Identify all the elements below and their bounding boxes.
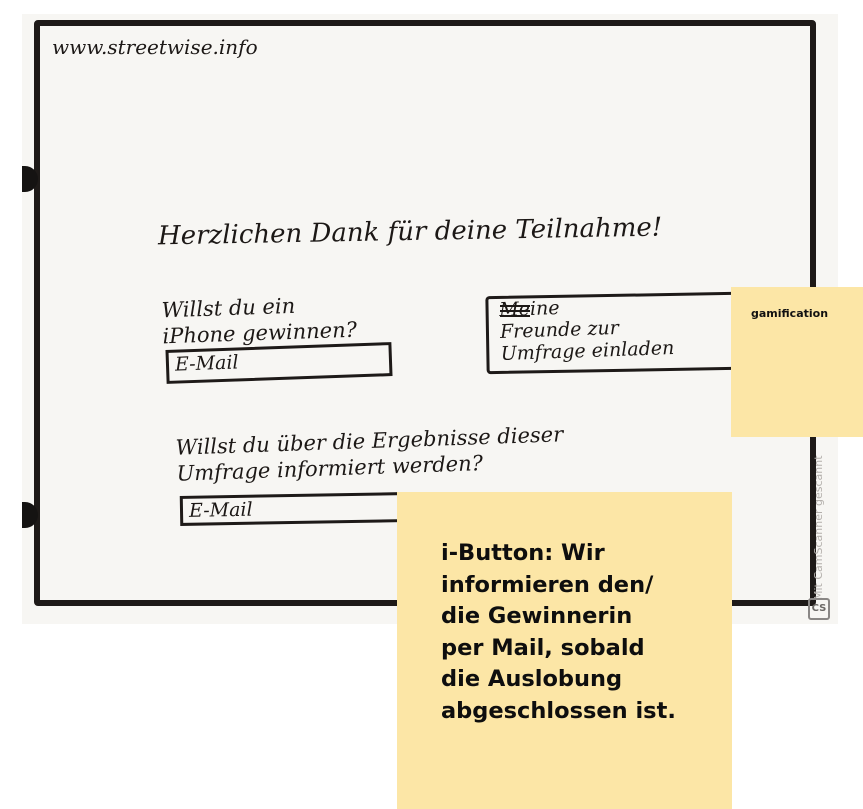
sketch-url: www.streetwise.info (52, 35, 258, 59)
iphone-question: Willst du ein iPhone gewinnen? (161, 293, 358, 349)
camscanner-watermark: Mit CamScanner gescannt (812, 455, 825, 600)
sticky-note-gamification: gamification (731, 287, 863, 437)
camscanner-logo-icon: CS (808, 598, 830, 620)
email-field-results[interactable]: E-Mail (179, 492, 407, 526)
sticky-note-gamification-text: gamification (751, 307, 829, 320)
sticky-note-info-text: i-Button: Wir informieren den/ die Gewin… (441, 540, 676, 724)
invite-friends-label: Meine Freunde zur Umfrage einladen (498, 296, 675, 366)
sticky-note-info-button: i-Button: Wir informieren den/ die Gewin… (397, 492, 732, 809)
